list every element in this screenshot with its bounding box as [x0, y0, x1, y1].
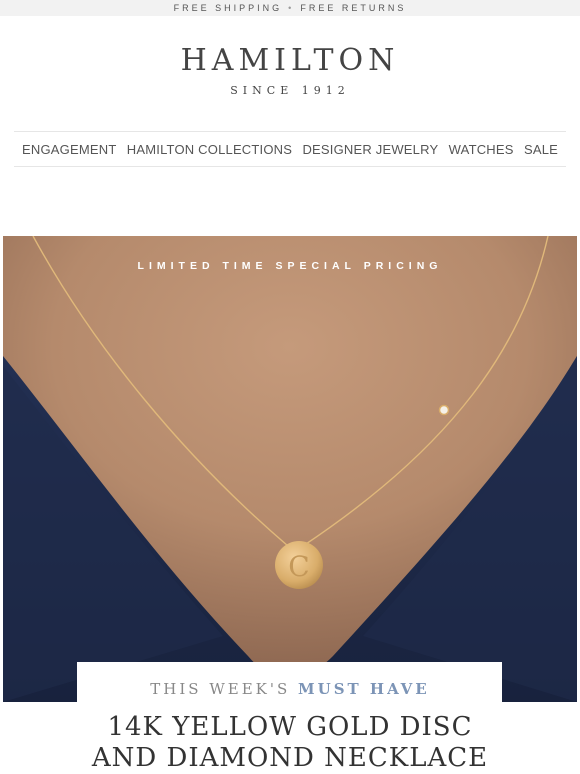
nav-item-designer-jewelry[interactable]: DESIGNER JEWELRY — [302, 142, 438, 157]
kicker-prefix: THIS WEEK'S — [150, 680, 291, 698]
product-title-line1: 14K YELLOW GOLD DISC — [107, 712, 473, 742]
product-title-line2: AND DIAMOND NECKLACE — [91, 743, 489, 773]
separator-dot: • — [288, 3, 295, 13]
nav-item-sale[interactable]: SALE — [524, 142, 558, 157]
brand-logo[interactable]: HAMILTON SINCE 1912 — [0, 16, 580, 100]
free-shipping-text: FREE SHIPPING — [173, 3, 283, 13]
diamond-icon — [438, 404, 450, 416]
nav-item-hamilton-collections[interactable]: HAMILTON COLLECTIONS — [127, 142, 292, 157]
promo-kicker: THIS WEEK'S MUST HAVE — [0, 680, 580, 698]
brand-since: SINCE 1912 — [230, 84, 350, 97]
nav-item-watches[interactable]: WATCHES — [449, 142, 514, 157]
nav-item-engagement[interactable]: ENGAGEMENT — [22, 142, 116, 157]
announcement-bar: FREE SHIPPING • FREE RETURNS — [0, 0, 580, 16]
hero-image[interactable]: C LIMITED TIME SPECIAL PRICING — [3, 236, 577, 702]
promo-headline[interactable]: THIS WEEK'S MUST HAVE 14K YELLOW GOLD DI… — [0, 662, 580, 774]
kicker-highlight: MUST HAVE — [298, 680, 430, 698]
necklace-illustration: C — [3, 236, 577, 702]
pendant-letter: C — [288, 550, 309, 583]
hero-overlay-text: LIMITED TIME SPECIAL PRICING — [137, 260, 443, 272]
free-returns-text: FREE RETURNS — [300, 3, 407, 13]
main-nav: ENGAGEMENT HAMILTON COLLECTIONS DESIGNER… — [14, 131, 566, 167]
brand-name: HAMILTON — [180, 43, 400, 78]
product-title: 14K YELLOW GOLD DISC AND DIAMOND NECKLAC… — [0, 712, 580, 774]
